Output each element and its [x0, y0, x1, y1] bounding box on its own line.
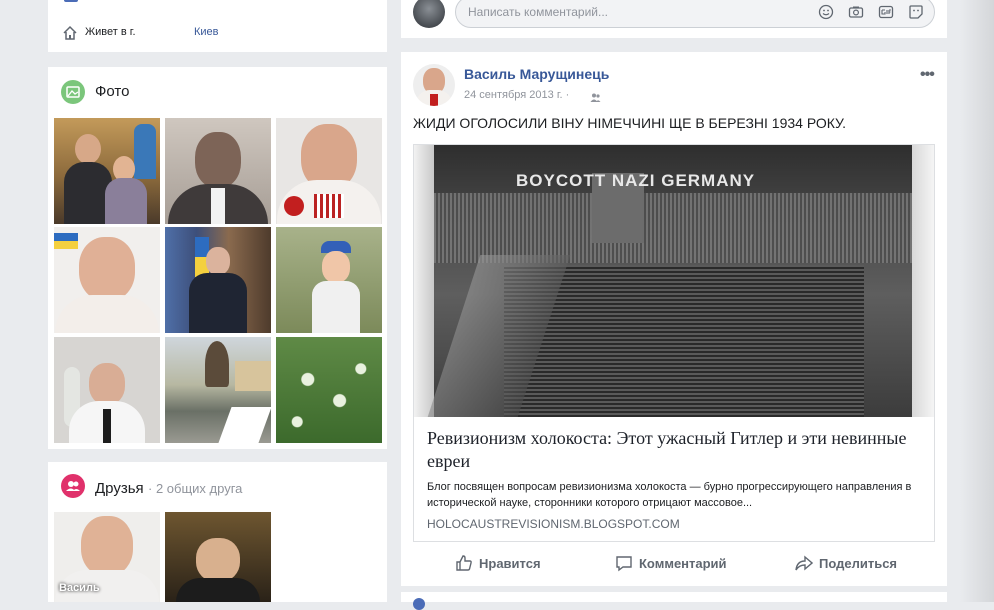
person-figure — [103, 409, 111, 443]
share-label: Поделиться — [819, 555, 898, 571]
home-icon — [62, 25, 78, 46]
photo-edge — [414, 145, 434, 417]
lives-in-label: Живет в г. — [85, 26, 136, 38]
person-figure — [195, 132, 241, 188]
emoji-icon[interactable] — [818, 4, 834, 25]
friend-thumbnail[interactable] — [165, 512, 271, 602]
intro-card: Живет в г. Киев — [48, 0, 387, 52]
photo-thumbnail[interactable] — [54, 227, 160, 333]
window-edge — [960, 0, 994, 602]
like-label: Нравится — [479, 555, 541, 571]
person-figure — [206, 247, 230, 275]
person-figure — [75, 134, 101, 164]
poppy-icon — [284, 196, 304, 216]
preview-title[interactable]: Ревизионизм холокоста: Этот ужасный Гитл… — [427, 427, 917, 473]
person-figure — [312, 281, 360, 333]
image-banner-text: BOYCOTT NAZI GERMANY — [516, 171, 756, 190]
like-button[interactable]: Нравится — [455, 548, 541, 578]
person-figure — [189, 273, 247, 333]
gif-icon[interactable] — [878, 4, 894, 25]
friends-icon — [61, 474, 85, 498]
friends-card: Друзья · 2 общих друга Василь — [48, 462, 387, 602]
photos-title[interactable]: Фото — [95, 83, 129, 100]
flag — [54, 241, 78, 249]
person-figure — [79, 237, 135, 301]
photo-thumbnail[interactable] — [165, 118, 271, 224]
photo-thumbnail[interactable] — [276, 227, 382, 333]
mutual-friends-count: · 2 общих друга — [148, 481, 243, 496]
preview-domain[interactable]: HOLOCAUSTREVISIONISM.BLOGSPOT.COM — [427, 517, 680, 531]
link-preview[interactable]: BOYCOTT NAZI GERMANY Ревизионизм холокос… — [413, 144, 935, 542]
photo-thumbnail[interactable] — [165, 337, 271, 443]
camera-icon[interactable] — [848, 4, 864, 25]
friend-thumbnail[interactable]: Василь — [54, 512, 160, 602]
person-figure — [196, 538, 240, 582]
person-figure — [322, 251, 350, 283]
friend-name[interactable]: Василь — [59, 582, 100, 594]
preview-image[interactable]: BOYCOTT NAZI GERMANY — [414, 145, 934, 417]
avatar[interactable] — [413, 0, 445, 28]
photo-edge — [912, 145, 934, 417]
photo-thumbnail[interactable] — [276, 118, 382, 224]
comment-input[interactable]: Написать комментарий... — [455, 0, 935, 28]
post-author[interactable]: Василь Марущинець — [464, 66, 609, 82]
audience-friends-icon[interactable] — [590, 90, 601, 108]
comment-composer-card: Написать комментарий... — [401, 0, 947, 38]
person-figure — [176, 578, 260, 602]
photos-card: Фото — [48, 67, 387, 449]
person-figure — [81, 516, 133, 576]
person-figure — [211, 188, 225, 224]
avatar-accent — [430, 94, 438, 106]
preview-description: Блог посвящен вопросам ревизионизма холо… — [427, 481, 912, 509]
photo-thumbnail[interactable] — [54, 337, 160, 443]
city-link[interactable]: Киев — [194, 26, 219, 38]
window-shape — [134, 124, 156, 179]
author-avatar[interactable] — [413, 64, 455, 106]
intro-icon-stub — [64, 0, 78, 2]
post-date[interactable]: 24 сентября 2013 г. · — [464, 89, 569, 101]
crowd-upper — [434, 193, 912, 263]
comment-button[interactable]: Комментарий — [615, 548, 727, 578]
post-card: Василь Марущинець 24 сентября 2013 г. · … — [401, 52, 947, 586]
share-button[interactable]: Поделиться — [795, 548, 897, 578]
road — [218, 407, 271, 443]
flag — [54, 233, 78, 241]
next-card-avatar — [413, 598, 425, 610]
sticker-icon[interactable] — [908, 4, 924, 25]
building — [235, 361, 271, 391]
photo-thumbnail[interactable] — [276, 337, 382, 443]
comment-placeholder: Написать комментарий... — [468, 5, 609, 19]
thumbs-up-icon — [456, 555, 472, 571]
more-options-icon[interactable]: ••• — [920, 66, 935, 84]
speech-bubble-icon — [616, 556, 632, 572]
photo-thumbnail[interactable] — [54, 118, 160, 224]
comment-label: Комментарий — [639, 555, 727, 571]
embroidery — [314, 194, 344, 218]
post-text: ЖИДИ ОГОЛОСИЛИ ВІНУ НІМЕЧЧИНІ ЩЕ В БЕРЕЗ… — [413, 115, 846, 131]
photo-thumbnail[interactable] — [165, 227, 271, 333]
person-figure — [105, 178, 147, 224]
share-arrow-icon — [795, 555, 813, 571]
friends-title[interactable]: Друзья — [95, 480, 144, 497]
tree — [205, 341, 229, 387]
person-figure — [89, 363, 125, 405]
person-figure — [55, 295, 159, 333]
photos-icon — [61, 80, 85, 104]
next-card — [401, 592, 947, 610]
